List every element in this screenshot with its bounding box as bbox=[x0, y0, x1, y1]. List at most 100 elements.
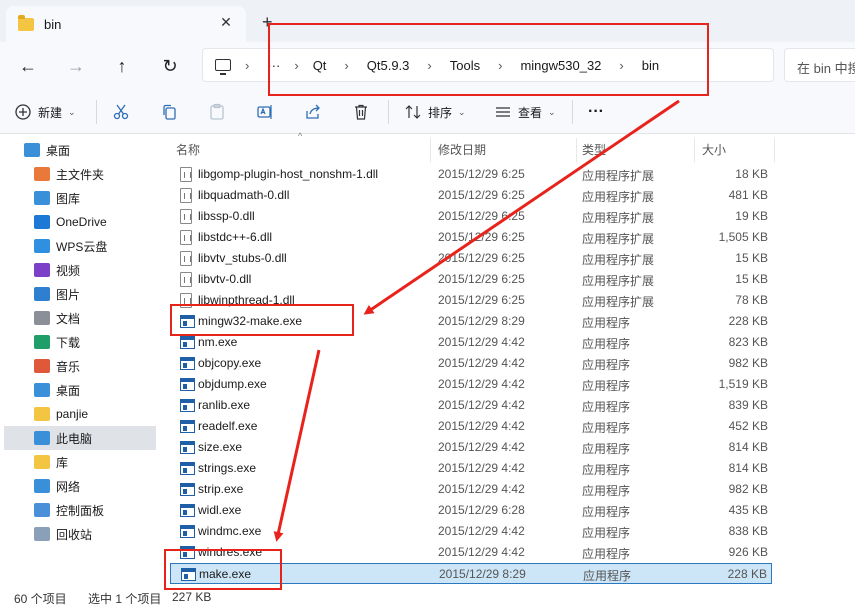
paste-button[interactable] bbox=[208, 100, 226, 124]
file-row[interactable]: libvtv-0.dll 2015/12/29 6:25 应用程序扩展 15 KB bbox=[170, 269, 772, 290]
file-type: 应用程序 bbox=[582, 400, 631, 414]
chevron-down-icon: ⌄ bbox=[458, 106, 466, 117]
sidebar-item-pictures[interactable]: 图片 bbox=[4, 282, 156, 306]
file-date: 2015/12/29 6:25 bbox=[438, 251, 525, 265]
column-divider[interactable] bbox=[430, 138, 431, 162]
back-arrow-icon[interactable]: ← bbox=[14, 52, 42, 80]
file-row[interactable]: strings.exe 2015/12/29 4:42 应用程序 814 KB bbox=[170, 458, 772, 479]
file-row[interactable]: libvtv_stubs-0.dll 2015/12/29 6:25 应用程序扩展 1… bbox=[170, 248, 772, 269]
sidebar-item-download[interactable]: 下载 bbox=[4, 330, 156, 354]
breadcrumb-qt[interactable]: Qt bbox=[313, 58, 327, 73]
file-name: widl.exe bbox=[198, 503, 242, 517]
sidebar-item-documents[interactable]: 文档 bbox=[4, 306, 156, 330]
sidebar-item-library[interactable]: 库 bbox=[4, 450, 156, 474]
breadcrumb-bin[interactable]: bin bbox=[642, 58, 659, 73]
breadcrumb-chevron-icon: › bbox=[344, 57, 349, 73]
tab-title: bin bbox=[44, 16, 62, 32]
file-type: 应用程序扩展 bbox=[582, 295, 655, 309]
tab-bin[interactable]: bin ✕ bbox=[6, 6, 246, 42]
file-row[interactable]: libssp-0.dll 2015/12/29 6:25 应用程序扩展 19 KB bbox=[170, 206, 772, 227]
file-row[interactable]: ranlib.exe 2015/12/29 4:42 应用程序 839 KB bbox=[170, 395, 772, 416]
network-icon bbox=[34, 479, 50, 493]
exe-file-icon bbox=[180, 462, 195, 475]
rename-button[interactable] bbox=[256, 100, 274, 124]
refresh-icon[interactable]: ↻ bbox=[156, 52, 184, 80]
sidebar-item-video[interactable]: 视频 bbox=[4, 258, 156, 282]
column-divider[interactable] bbox=[774, 138, 775, 162]
file-row[interactable]: mingw32-make.exe 2015/12/29 8:29 应用程序 228 K… bbox=[170, 311, 772, 332]
search-input[interactable]: 在 bin 中搜索 bbox=[784, 48, 855, 82]
copy-button[interactable] bbox=[160, 100, 178, 124]
file-size: 481 KB bbox=[728, 188, 768, 202]
file-row[interactable]: libstdc++-6.dll 2015/12/29 6:25 应用程序扩展 1,50… bbox=[170, 227, 772, 248]
column-header-type[interactable]: 类型 bbox=[582, 134, 606, 164]
more-options-button[interactable]: ··· bbox=[588, 100, 604, 124]
wps-cloud-icon bbox=[34, 239, 50, 253]
sidebar-item-desktop[interactable]: 桌面 bbox=[2, 138, 154, 162]
close-tab-icon[interactable]: ✕ bbox=[216, 14, 236, 31]
file-row[interactable]: make.exe 2015/12/29 8:29 应用程序 228 KB bbox=[170, 563, 772, 584]
column-header-date[interactable]: 修改日期 bbox=[438, 134, 486, 164]
file-row[interactable]: readelf.exe 2015/12/29 4:42 应用程序 452 KB bbox=[170, 416, 772, 437]
sidebar-item-network[interactable]: 网络 bbox=[4, 474, 156, 498]
sidebar-item-this-pc[interactable]: 此电脑 bbox=[4, 426, 156, 450]
sidebar-item-control-panel[interactable]: 控制面板 bbox=[4, 498, 156, 522]
file-row[interactable]: libquadmath-0.dll 2015/12/29 6:25 应用程序扩展 48… bbox=[170, 185, 772, 206]
item-count: 60 个项目 bbox=[14, 592, 67, 606]
column-divider[interactable] bbox=[694, 138, 695, 162]
file-row[interactable]: objdump.exe 2015/12/29 4:42 应用程序 1,519 KB bbox=[170, 374, 772, 395]
breadcrumb-tools[interactable]: Tools bbox=[450, 58, 480, 73]
file-row[interactable]: nm.exe 2015/12/29 4:42 应用程序 823 KB bbox=[170, 332, 772, 353]
file-type: 应用程序 bbox=[582, 337, 631, 351]
sidebar-item-folder[interactable]: panjie bbox=[4, 402, 156, 426]
pictures-icon bbox=[34, 287, 50, 301]
file-row[interactable]: libgomp-plugin-host_nonshm-1.dll 2015/12/… bbox=[170, 164, 772, 185]
file-date: 2015/12/29 4:42 bbox=[438, 398, 525, 412]
file-size: 1,519 KB bbox=[718, 377, 768, 391]
sort-button[interactable]: 排序 ⌄ bbox=[404, 100, 466, 124]
new-tab-icon[interactable]: + bbox=[262, 12, 273, 33]
file-row[interactable]: objcopy.exe 2015/12/29 4:42 应用程序 982 KB bbox=[170, 353, 772, 374]
breadcrumb-qt593[interactable]: Qt5.9.3 bbox=[367, 58, 410, 73]
file-row[interactable]: windres.exe 2015/12/29 4:42 应用程序 926 KB bbox=[170, 542, 772, 563]
tab-strip: bin ✕ + bbox=[0, 0, 855, 42]
file-name: windres.exe bbox=[198, 545, 263, 559]
column-divider[interactable] bbox=[576, 138, 577, 162]
breadcrumb-more[interactable]: ··· bbox=[267, 58, 280, 73]
sidebar-item-onedrive[interactable]: OneDrive bbox=[4, 210, 156, 234]
column-header-name[interactable]: 名称 bbox=[176, 134, 200, 164]
file-row[interactable]: size.exe 2015/12/29 4:42 应用程序 814 KB bbox=[170, 437, 772, 458]
file-date: 2015/12/29 6:25 bbox=[438, 230, 525, 244]
breadcrumb-mingw530[interactable]: mingw530_32 bbox=[520, 58, 601, 73]
column-header-size[interactable]: 大小 bbox=[702, 134, 726, 164]
file-row[interactable]: libwinpthread-1.dll 2015/12/29 6:25 应用程序扩展… bbox=[170, 290, 772, 311]
sidebar-item-recycle-bin[interactable]: 回收站 bbox=[4, 522, 156, 546]
sidebar-item-gallery[interactable]: 图库 bbox=[4, 186, 156, 210]
file-row[interactable]: windmc.exe 2015/12/29 4:42 应用程序 838 KB bbox=[170, 521, 772, 542]
file-date: 2015/12/29 8:29 bbox=[438, 314, 525, 328]
file-row[interactable]: widl.exe 2015/12/29 6:28 应用程序 435 KB bbox=[170, 500, 772, 521]
sidebar-item-music[interactable]: 音乐 bbox=[4, 354, 156, 378]
address-bar[interactable]: › ··· › Qt › Qt5.9.3 › Tools › mingw530_… bbox=[202, 48, 774, 82]
forward-arrow-icon[interactable]: → bbox=[62, 52, 90, 80]
cut-icon bbox=[113, 104, 129, 120]
folder-icon bbox=[34, 407, 50, 421]
sidebar-item-desktop[interactable]: 桌面 bbox=[4, 378, 156, 402]
share-button[interactable] bbox=[304, 100, 322, 124]
file-type: 应用程序扩展 bbox=[582, 232, 655, 246]
view-button[interactable]: 查看 ⌄ bbox=[494, 100, 556, 124]
file-date: 2015/12/29 6:25 bbox=[438, 167, 525, 181]
up-arrow-icon[interactable]: ↑ bbox=[108, 52, 136, 80]
file-size: 1,505 KB bbox=[718, 230, 768, 244]
sidebar-item-wps-cloud[interactable]: WPS云盘 bbox=[4, 234, 156, 258]
new-button[interactable]: 新建 ⌄ bbox=[14, 100, 76, 124]
cut-button[interactable] bbox=[112, 100, 130, 124]
file-name: mingw32-make.exe bbox=[198, 314, 303, 328]
sidebar-item-home[interactable]: 主文件夹 bbox=[4, 162, 156, 186]
file-type: 应用程序 bbox=[582, 442, 631, 456]
view-icon bbox=[496, 107, 510, 117]
divider bbox=[388, 100, 389, 124]
file-row[interactable]: strip.exe 2015/12/29 4:42 应用程序 982 KB bbox=[170, 479, 772, 500]
delete-button[interactable] bbox=[352, 100, 370, 124]
music-icon bbox=[34, 359, 50, 373]
